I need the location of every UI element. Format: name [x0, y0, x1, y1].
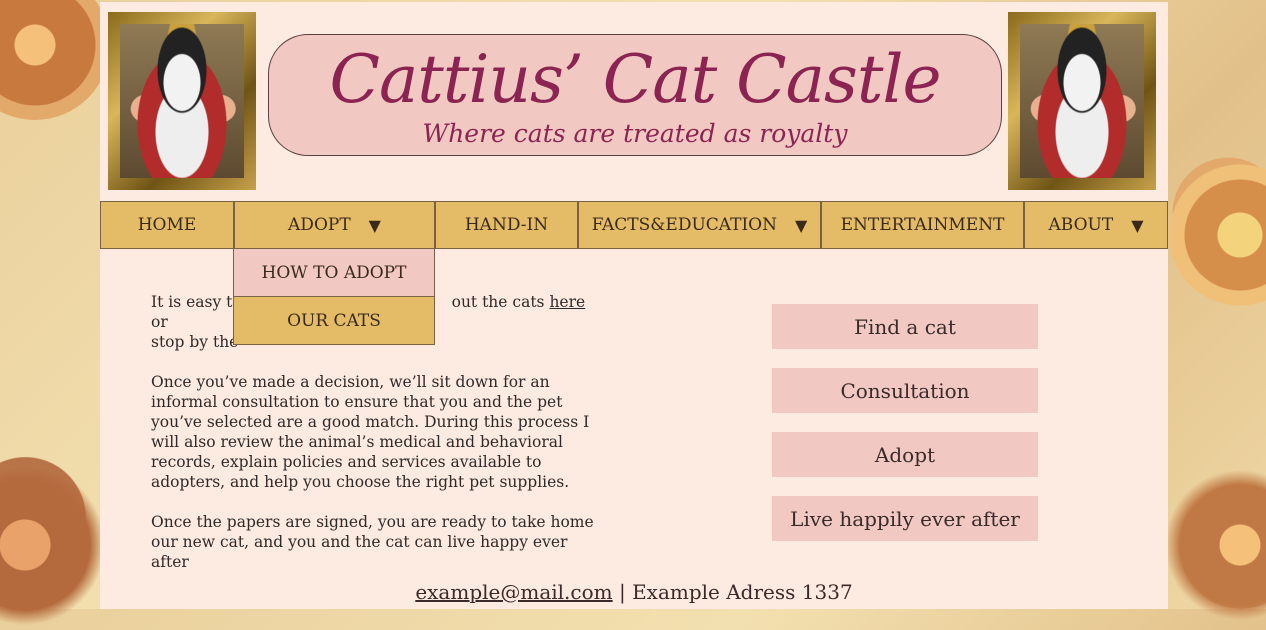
nav-label: HOME — [137, 215, 197, 235]
adoption-steps: Find a cat Consultation Adopt Live happi… — [772, 304, 1038, 560]
nav-label: ADOPT — [288, 215, 351, 235]
adopt-dropdown-menu: HOW TO ADOPT OUR CATS — [233, 249, 435, 345]
dropdown-arrow-icon: ▼ — [368, 215, 381, 235]
nav-about[interactable]: ABOUT ▼ — [1024, 201, 1168, 249]
step-find-a-cat-button[interactable]: Find a cat — [772, 304, 1038, 349]
background-flower — [0, 0, 110, 120]
cat-king-image — [120, 24, 244, 178]
footer-separator: | — [618, 580, 626, 604]
footer-address: Example Adress 1337 — [632, 580, 853, 604]
nav-adopt[interactable]: ADOPT ▼ — [234, 201, 435, 249]
nav-facts-education[interactable]: FACTS&EDUCATION ▼ — [578, 201, 821, 249]
page-container: Cattius’ Cat Castle Where cats are treat… — [100, 2, 1168, 609]
cat-portrait-left — [108, 12, 256, 190]
background-flower — [0, 460, 110, 630]
cat-portrait-right — [1008, 12, 1156, 190]
step-adopt-button[interactable]: Adopt — [772, 432, 1038, 477]
nav-home[interactable]: HOME — [100, 201, 234, 249]
here-link[interactable]: here — [549, 293, 585, 311]
site-banner: Cattius’ Cat Castle Where cats are treat… — [268, 34, 1002, 156]
dropdown-arrow-icon: ▼ — [795, 215, 808, 235]
main-nav: HOME ADOPT ▼ HAND-IN FACTS&EDUCATION ▼ E… — [100, 201, 1168, 249]
background-flower — [1170, 150, 1266, 320]
step-live-happily-button[interactable]: Live happily ever after — [772, 496, 1038, 541]
menu-item-our-cats[interactable]: OUR CATS — [233, 297, 435, 345]
step-consultation-button[interactable]: Consultation — [772, 368, 1038, 413]
consultation-paragraph: Once you’ve made a decision, we’ll sit d… — [151, 373, 590, 491]
menu-item-how-to-adopt[interactable]: HOW TO ADOPT — [233, 249, 435, 297]
nav-label: FACTS&EDUCATION — [591, 215, 777, 235]
footer: example@mail.com | Example Adress 1337 — [100, 580, 1168, 604]
email-link[interactable]: example@mail.com — [415, 580, 612, 604]
background-flower — [1165, 470, 1266, 620]
nav-label: HAND-IN — [464, 215, 549, 235]
site-title: Cattius’ Cat Castle — [329, 41, 941, 118]
nav-entertainment[interactable]: ENTERTAINMENT — [821, 201, 1024, 249]
nav-label: ENTERTAINMENT — [840, 215, 1005, 235]
nav-hand-in[interactable]: HAND-IN — [435, 201, 578, 249]
closing-paragraph: Once the papers are signed, you are read… — [151, 513, 594, 571]
cat-king-image — [1020, 24, 1144, 178]
nav-label: ABOUT — [1048, 215, 1114, 235]
dropdown-arrow-icon: ▼ — [1131, 215, 1144, 235]
site-subtitle: Where cats are treated as royalty — [422, 119, 848, 148]
